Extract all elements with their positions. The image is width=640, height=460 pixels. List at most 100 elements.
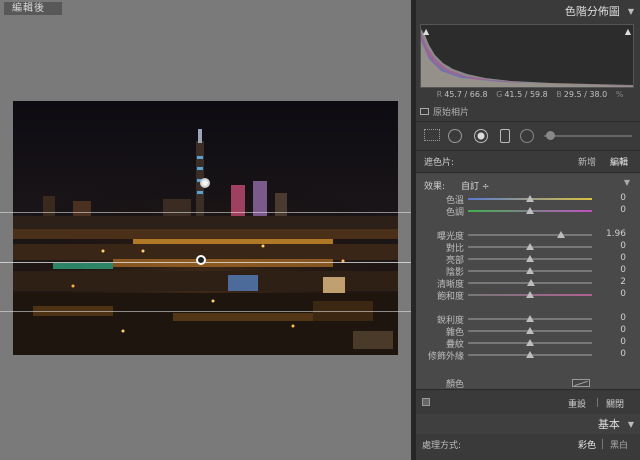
histogram-graph bbox=[421, 29, 633, 87]
red-eye-icon[interactable] bbox=[474, 129, 488, 143]
bar-separator bbox=[597, 398, 598, 407]
slider-value[interactable]: 0 bbox=[620, 337, 626, 347]
shadow-clip-icon[interactable]: ▲ bbox=[423, 27, 429, 36]
effect-collapse-icon[interactable]: ▼ bbox=[624, 178, 630, 187]
slider-knob-icon[interactable] bbox=[557, 231, 565, 238]
g-label: G bbox=[496, 90, 503, 99]
reset-button[interactable]: 重設 bbox=[568, 397, 586, 410]
histogram-title: 色階分佈圖 bbox=[564, 5, 620, 18]
slider-knob-icon[interactable] bbox=[526, 327, 534, 334]
checkbox-icon[interactable] bbox=[420, 108, 429, 115]
lightroom-develop-window: 編輯後 色階分佈圖 ▼ ▲ ▲ R 45.7 / 66.8 G 41.5 / 5… bbox=[0, 0, 640, 460]
slider-value[interactable]: 0 bbox=[620, 313, 626, 323]
spot-removal-icon[interactable] bbox=[448, 129, 462, 143]
slider-value[interactable]: 0 bbox=[620, 289, 626, 299]
slider-knob-icon[interactable] bbox=[526, 315, 534, 322]
color-row: 顏色 bbox=[416, 377, 640, 390]
original-photo-label: 原始相片 bbox=[433, 108, 470, 118]
percent-unit: % bbox=[615, 90, 624, 99]
mask-label: 遮色片: bbox=[424, 158, 455, 168]
night-city-photo[interactable] bbox=[13, 101, 398, 355]
after-view-label: 編輯後 bbox=[4, 2, 62, 15]
radial-filter-icon[interactable] bbox=[520, 129, 534, 143]
collapse-triangle-icon: ▼ bbox=[627, 419, 634, 429]
treatment-bw-button[interactable]: 黑白 bbox=[610, 438, 628, 451]
mask-pin-active[interactable] bbox=[196, 255, 206, 265]
slider-row: 亮部 0 bbox=[416, 253, 640, 266]
slider-row: 陰影 0 bbox=[416, 265, 640, 278]
slider-row: 色溫 0 bbox=[416, 193, 640, 206]
color-label: 顏色 bbox=[446, 380, 465, 390]
g-value: 41.5 / 59.8 bbox=[504, 90, 548, 99]
original-photo-toggle[interactable]: 原始相片 bbox=[420, 105, 469, 118]
slider-value[interactable]: 0 bbox=[620, 265, 626, 275]
basic-title: 基本 bbox=[597, 418, 620, 431]
mask-edit-button[interactable]: 編輯 bbox=[610, 155, 628, 168]
mask-bottom-bar: 重設 關閉 bbox=[416, 394, 640, 410]
slider-knob-icon[interactable] bbox=[526, 291, 534, 298]
tool-strip bbox=[416, 123, 640, 149]
slider-value[interactable]: 0 bbox=[620, 193, 626, 203]
treatment-separator bbox=[602, 439, 603, 449]
highlight-clip-icon[interactable]: ▲ bbox=[625, 27, 631, 36]
b-value: 29.5 / 38.0 bbox=[563, 90, 608, 99]
r-label: R bbox=[436, 90, 443, 99]
histogram: ▲ ▲ bbox=[420, 24, 634, 88]
slider-knob-icon[interactable] bbox=[526, 207, 534, 214]
slider-label: 飽和度 bbox=[436, 292, 464, 302]
crop-overlay-icon[interactable] bbox=[424, 129, 440, 141]
adjustment-panel: 效果: 自訂 ÷ ▼ 色溫 0 色調 0 曝光度 1.96 對比 0 亮部 0 陰影 0 清晰度 2 飽和度… bbox=[416, 172, 640, 390]
slider-row: 對比 0 bbox=[416, 241, 640, 254]
gradient-line-bottom[interactable] bbox=[0, 311, 411, 312]
close-button[interactable]: 關閉 bbox=[606, 397, 624, 410]
image-canvas[interactable]: 編輯後 bbox=[0, 0, 411, 460]
effect-selector[interactable]: 效果: 自訂 ÷ bbox=[424, 179, 489, 192]
slider-value[interactable]: 0 bbox=[620, 205, 626, 215]
slider-value[interactable]: 0 bbox=[620, 241, 626, 251]
mask-new-button[interactable]: 新增 bbox=[578, 155, 596, 168]
slider-row: 銳利度 0 bbox=[416, 313, 640, 326]
treatment-label: 處理方式: bbox=[422, 441, 462, 451]
brush-slider-knob-icon[interactable] bbox=[546, 131, 555, 140]
slider-row: 飽和度 0 bbox=[416, 289, 640, 302]
slider-knob-icon[interactable] bbox=[526, 255, 534, 262]
mask-pin-inactive[interactable] bbox=[200, 178, 210, 188]
slider-knob-icon[interactable] bbox=[526, 195, 534, 202]
effect-value[interactable]: 自訂 ÷ bbox=[461, 179, 489, 192]
slider-row: 修飾外緣 0 bbox=[416, 349, 640, 362]
slider-row: 色調 0 bbox=[416, 205, 640, 218]
slider-value[interactable]: 1.96 bbox=[606, 229, 626, 239]
color-swatch[interactable] bbox=[572, 379, 590, 387]
panel-switch-icon[interactable] bbox=[422, 398, 430, 406]
slider-knob-icon[interactable] bbox=[527, 279, 536, 286]
slider-knob-icon[interactable] bbox=[526, 243, 534, 250]
gradient-line-top[interactable] bbox=[0, 212, 411, 213]
slider-row: 雜色 0 bbox=[416, 325, 640, 338]
treatment-row: 處理方式: 彩色 黑白 bbox=[416, 436, 640, 452]
collapse-triangle-icon: ▼ bbox=[627, 6, 634, 16]
photo-image bbox=[13, 101, 398, 355]
slider-label: 修飾外緣 bbox=[427, 352, 464, 362]
slider-value[interactable]: 0 bbox=[620, 253, 626, 263]
effect-label: 效果: bbox=[424, 182, 446, 192]
slider-value[interactable]: 2 bbox=[620, 277, 626, 287]
r-value: 45.7 / 66.8 bbox=[444, 90, 488, 99]
slider-label: 色調 bbox=[445, 208, 464, 218]
slider-knob-icon[interactable] bbox=[526, 267, 534, 274]
mask-row: 遮色片: 新增 編輯 bbox=[416, 151, 640, 169]
slider-value[interactable]: 0 bbox=[620, 349, 626, 359]
slider-row: 清晰度 2 bbox=[416, 277, 640, 290]
histogram-readout: R 45.7 / 66.8 G 41.5 / 59.8 B 29.5 / 38.0 % bbox=[416, 90, 640, 99]
graduated-filter-icon[interactable] bbox=[500, 129, 510, 143]
histogram-header[interactable]: 色階分佈圖 ▼ bbox=[416, 0, 640, 22]
treatment-color-button[interactable]: 彩色 bbox=[578, 438, 596, 451]
separator bbox=[416, 121, 640, 122]
b-label: B bbox=[556, 90, 562, 99]
basic-panel-header[interactable]: 基本 ▼ bbox=[416, 414, 640, 434]
slider-knob-icon[interactable] bbox=[526, 339, 534, 346]
slider-knob-icon[interactable] bbox=[526, 351, 534, 358]
right-panel: 色階分佈圖 ▼ ▲ ▲ R 45.7 / 66.8 G 41.5 / 59.8 B2… bbox=[416, 0, 640, 460]
slider-track[interactable] bbox=[468, 234, 592, 236]
brush-slider[interactable] bbox=[544, 135, 632, 137]
slider-value[interactable]: 0 bbox=[620, 325, 626, 335]
